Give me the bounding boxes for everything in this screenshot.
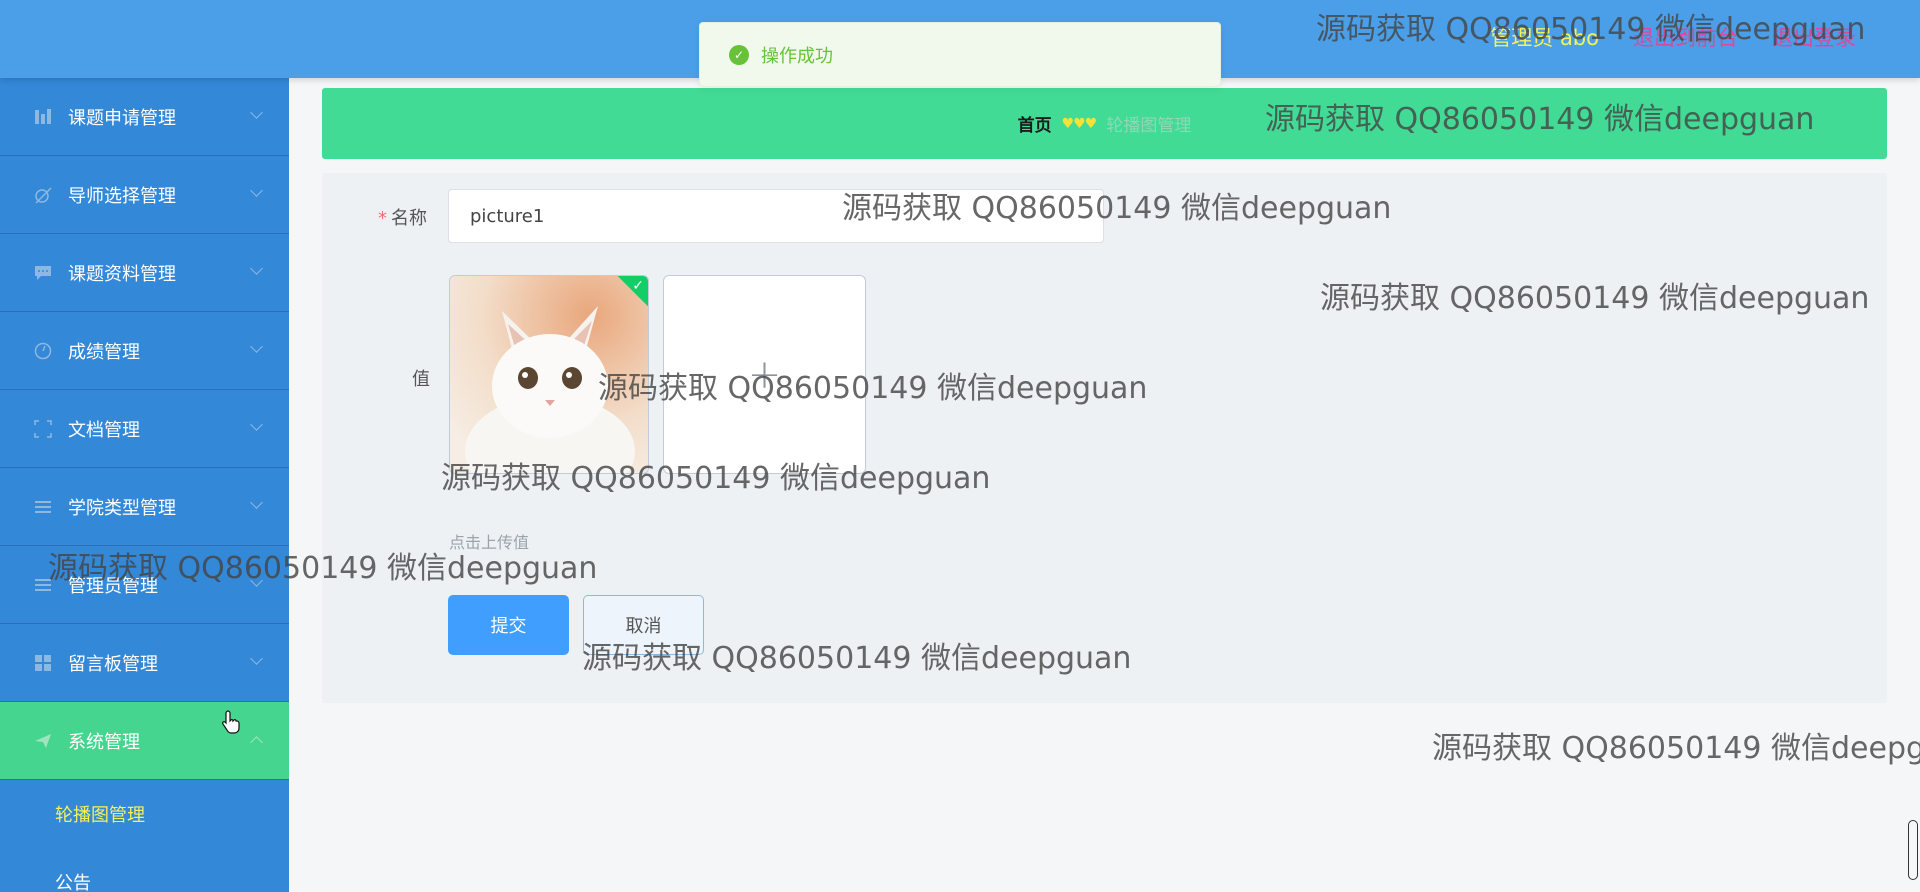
sidebar-subitem-carousel[interactable]: 轮播图管理 [0,780,289,848]
check-circle-icon: ✓ [729,44,749,65]
chevron-down-icon [250,574,263,587]
chevron-down-icon [250,496,263,509]
breadcrumb-current: 轮播图管理 [1106,116,1192,136]
chart-icon [33,107,53,127]
value-label: 值 [412,369,430,390]
sidebar-item-label: 导师选择管理 [68,185,176,207]
white-cat-image [450,276,648,473]
watermark-text: 源码获取 QQ86050149 微信deepguan [1432,731,1920,766]
chevron-down-icon [250,652,263,665]
admin-user-label: 管理员 abo [1490,26,1599,50]
header-links: 管理员 abo 退出到前台 退出登录 [1490,22,1856,52]
logout-link[interactable]: 退出登录 [1772,22,1856,52]
frontend-link[interactable]: 退出到前台 [1633,22,1738,52]
form-panel: *名称 值 ✓ [322,173,1887,703]
name-input[interactable] [448,189,1104,243]
sidebar-item-label: 课题资料管理 [68,263,176,285]
breadcrumb-home[interactable]: 首页 [1018,111,1052,136]
chevron-down-icon [250,262,263,275]
uploaded-image-thumbnail[interactable]: ✓ [449,275,649,474]
sidebar-item-label: 管理员管理 [68,575,158,597]
sidebar-item-college-types[interactable]: 学院类型管理 [0,468,289,546]
plus-icon: + [747,351,782,398]
fullscreen-icon [33,419,53,439]
sidebar-subitem-announcement[interactable]: 公告 [0,848,289,892]
send-icon [33,731,53,751]
sidebar-item-label: 成绩管理 [68,341,140,363]
sidebar-item-grades[interactable]: 成绩管理 [0,312,289,390]
sidebar-item-label: 系统管理 [68,731,140,753]
breadcrumb: 首页 ♥♥♥ 轮播图管理 [322,88,1887,159]
sidebar-item-documents[interactable]: 文档管理 [0,390,289,468]
toast-message: 操作成功 [761,45,833,67]
name-label: * 名称 [378,208,427,229]
submit-button[interactable]: 提交 [448,595,569,655]
chevron-down-icon [250,340,263,353]
success-toast: ✓ 操作成功 [699,22,1221,87]
list-icon [33,575,53,595]
sidebar-item-message-board[interactable]: 留言板管理 [0,624,289,702]
sidebar-item-label: 文档管理 [68,419,140,441]
grid-icon [33,653,53,673]
chevron-up-icon [250,736,263,749]
heart-separator-icon: ♥♥♥ [1061,115,1098,132]
sidebar-item-label: 留言板管理 [68,653,158,675]
chevron-down-icon [250,106,263,119]
sidebar-item-label: 课题申请管理 [68,107,176,129]
wand-icon [33,185,53,205]
sidebar-item-topic-materials[interactable]: 课题资料管理 [0,234,289,312]
cancel-button[interactable]: 取消 [583,595,704,655]
scrollbar[interactable] [1908,820,1918,880]
chevron-down-icon [250,418,263,431]
sidebar-item-topic-application[interactable]: 课题申请管理 [0,78,289,156]
sidebar-item-advisor-selection[interactable]: 导师选择管理 [0,156,289,234]
sidebar: 课题申请管理 导师选择管理 课题资料管理 成绩管理 文档管理 学院类型管理 管理… [0,78,289,892]
list-icon [33,497,53,517]
checkmark-icon: ✓ [632,278,644,294]
sidebar-item-system[interactable]: 系统管理 [0,702,289,780]
sidebar-item-label: 学院类型管理 [68,497,176,519]
sidebar-item-administrators[interactable]: 管理员管理 [0,546,289,624]
upload-tip: 点击上传值 [449,533,530,552]
chevron-down-icon [250,184,263,197]
hand-cursor-icon [222,710,240,734]
required-asterisk: * [378,208,387,229]
upload-button[interactable]: + [663,275,866,474]
chat-icon [33,263,53,283]
gauge-icon [33,341,53,361]
